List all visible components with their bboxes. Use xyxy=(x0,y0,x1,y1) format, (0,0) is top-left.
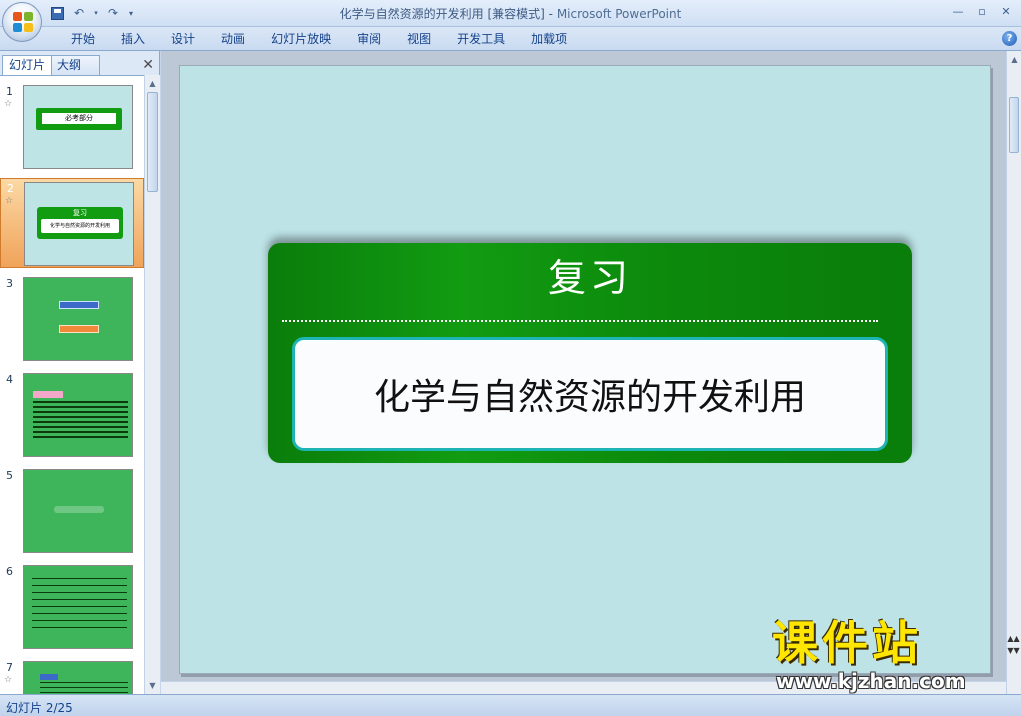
watermark: 课件站 www.kjzhan.com xyxy=(772,617,1007,697)
tab-insert[interactable]: 插入 xyxy=(108,31,158,47)
watermark-url: www.kjzhan.com xyxy=(776,669,966,693)
help-icon[interactable]: ? xyxy=(1002,31,1017,46)
animation-star-icon: ☆ xyxy=(4,675,13,685)
scroll-up-icon[interactable]: ▲ xyxy=(145,76,160,91)
thumbnail-preview xyxy=(23,661,133,694)
tab-developer[interactable]: 开发工具 xyxy=(444,31,518,47)
thumb-banner: 必考部分 xyxy=(36,108,122,130)
thumb-title: 必考部分 xyxy=(42,113,116,124)
thumbnail-preview xyxy=(23,565,133,649)
thumbnail-list: 1 ☆ 必考部分 2 ☆ 复习 化学与自然资源的开发利用 3 4 5 6 7 ☆ xyxy=(0,75,144,694)
slide-thumbnail-7[interactable]: 7 ☆ xyxy=(0,658,144,694)
title-separator: - xyxy=(544,7,557,21)
slide-title[interactable]: 复习 xyxy=(268,247,912,302)
thumbnail-number: 1 xyxy=(6,85,13,98)
tab-addins[interactable]: 加载项 xyxy=(518,31,580,47)
animation-star-icon: ☆ xyxy=(5,196,14,206)
thumb-block xyxy=(33,391,63,398)
window-title: 化学与自然资源的开发利用 [兼容模式] - Microsoft PowerPoi… xyxy=(0,5,1021,22)
pane-tabs: 幻灯片 大纲 ✕ xyxy=(0,53,160,75)
tab-review[interactable]: 审阅 xyxy=(344,31,394,47)
slide-thumbnail-3[interactable]: 3 xyxy=(0,274,144,364)
ribbon-tabs: 开始 插入 设计 动画 幻灯片放映 审阅 视图 开发工具 加载项 xyxy=(58,31,580,47)
dotted-divider xyxy=(282,320,878,322)
ribbon-tab-bar: 开始 插入 设计 动画 幻灯片放映 审阅 视图 开发工具 加载项 ? xyxy=(0,27,1021,51)
previous-slide-icon[interactable]: ▲▲ xyxy=(1006,633,1021,645)
thumbnail-number: 5 xyxy=(6,469,13,482)
tab-design[interactable]: 设计 xyxy=(158,31,208,47)
thumbnail-number: 4 xyxy=(6,373,13,386)
slides-pane: 幻灯片 大纲 ✕ 1 ☆ 必考部分 2 ☆ 复习 化学与自然资源的开发利用 3 … xyxy=(0,51,160,694)
thumbnail-number: 6 xyxy=(6,565,13,578)
office-button[interactable] xyxy=(2,2,42,42)
thumb-block xyxy=(59,325,99,333)
thumb-banner: 复习 化学与自然资源的开发利用 xyxy=(37,207,123,239)
thumb-text-lines xyxy=(33,401,128,441)
title-bar: ↶ ▾ ↷ ▾ 化学与自然资源的开发利用 [兼容模式] - Microsoft … xyxy=(0,0,1021,27)
close-button[interactable]: ✕ xyxy=(995,2,1017,20)
subtitle-box[interactable]: 化学与自然资源的开发利用 xyxy=(292,337,888,451)
slide-thumbnail-6[interactable]: 6 xyxy=(0,562,144,652)
thumbnail-preview: 必考部分 xyxy=(23,85,133,169)
maximize-button[interactable]: ▫ xyxy=(971,2,993,20)
scrollbar-thumb[interactable] xyxy=(147,92,158,192)
tab-view[interactable]: 视图 xyxy=(394,31,444,47)
slide-subtitle: 化学与自然资源的开发利用 xyxy=(373,377,806,418)
editor-scrollbar[interactable]: ▲ xyxy=(1006,51,1021,694)
scroll-up-icon[interactable]: ▲ xyxy=(1007,52,1021,67)
thumbnail-number: 2 xyxy=(7,182,14,195)
thumbnail-preview: 复习 化学与自然资源的开发利用 xyxy=(24,182,134,266)
document-title: 化学与自然资源的开发利用 [兼容模式] xyxy=(339,7,545,21)
slide-thumbnail-5[interactable]: 5 xyxy=(0,466,144,556)
slide-nav-buttons: ▲▲ ▼▼ xyxy=(1006,633,1021,673)
thumb-block xyxy=(40,674,58,680)
slide-thumbnail-1[interactable]: 1 ☆ 必考部分 xyxy=(0,82,144,172)
watermark-brand: 课件站 xyxy=(772,616,922,670)
thumb-text-lines xyxy=(40,682,128,694)
close-pane-icon[interactable]: ✕ xyxy=(142,57,154,73)
office-logo-icon xyxy=(13,12,33,32)
title-banner: 复习 化学与自然资源的开发利用 xyxy=(268,243,912,463)
thumbnail-number: 7 xyxy=(6,661,13,674)
thumbnail-preview xyxy=(23,277,133,361)
thumb-text-lines xyxy=(32,578,127,633)
window-controls: — ▫ ✕ xyxy=(947,2,1017,20)
slide-thumbnail-2[interactable]: 2 ☆ 复习 化学与自然资源的开发利用 xyxy=(0,178,144,268)
tab-slideshow[interactable]: 幻灯片放映 xyxy=(258,31,344,47)
tab-outline[interactable]: 大纲 xyxy=(50,55,101,75)
scroll-down-icon[interactable]: ▼ xyxy=(145,678,160,693)
tab-animations[interactable]: 动画 xyxy=(208,31,258,47)
thumb-block xyxy=(59,301,99,309)
current-slide[interactable]: 复习 化学与自然资源的开发利用 xyxy=(179,65,991,674)
thumbnail-scrollbar[interactable]: ▲ ▼ xyxy=(144,75,160,694)
minimize-button[interactable]: — xyxy=(947,2,969,20)
next-slide-icon[interactable]: ▼▼ xyxy=(1006,645,1021,657)
thumb-title: 复习 xyxy=(73,209,87,217)
slide-thumbnail-4[interactable]: 4 xyxy=(0,370,144,460)
app-name: Microsoft PowerPoint xyxy=(556,7,682,21)
thumb-subtitle: 化学与自然资源的开发利用 xyxy=(41,219,119,233)
animation-star-icon: ☆ xyxy=(4,99,13,109)
tab-slides[interactable]: 幻灯片 xyxy=(2,55,53,75)
thumb-block xyxy=(54,506,104,513)
thumbnail-preview xyxy=(23,469,133,553)
slide-indicator: 幻灯片 2/25 xyxy=(6,701,73,715)
thumbnail-preview xyxy=(23,373,133,457)
thumbnail-number: 3 xyxy=(6,277,13,290)
status-bar: 幻灯片 2/25 xyxy=(0,694,1021,716)
scrollbar-thumb[interactable] xyxy=(1009,97,1019,153)
tab-home[interactable]: 开始 xyxy=(58,31,108,47)
